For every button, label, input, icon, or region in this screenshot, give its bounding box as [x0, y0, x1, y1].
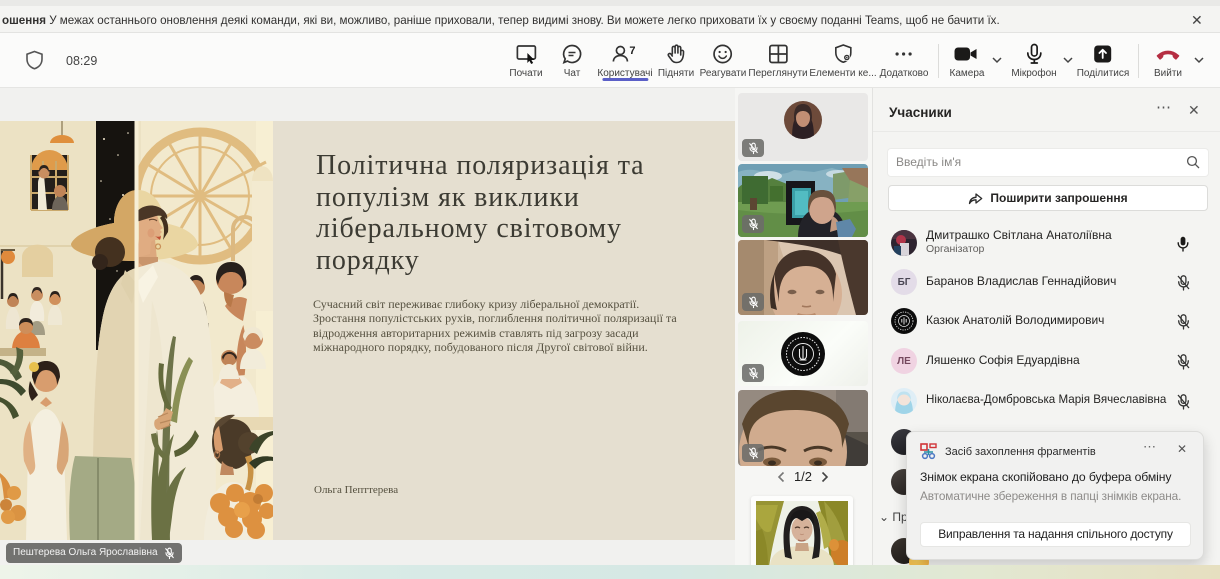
svg-text:7: 7	[629, 45, 635, 57]
